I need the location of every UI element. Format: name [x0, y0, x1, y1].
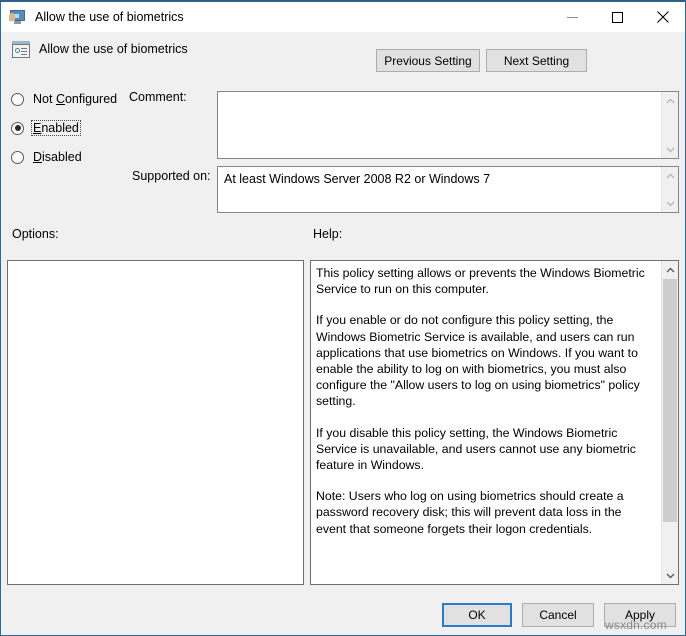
scroll-down-icon[interactable]: [662, 195, 678, 212]
supported-on-label: Supported on:: [132, 169, 211, 183]
help-paragraph: If you enable or do not configure this p…: [316, 313, 640, 409]
policy-name: Allow the use of biometrics: [39, 42, 188, 56]
policy-setting-dialog: Allow the use of biometrics Allow the us…: [0, 0, 686, 636]
scroll-down-icon[interactable]: [662, 141, 678, 158]
scroll-up-icon[interactable]: [662, 261, 678, 278]
help-scrollbar-thumb[interactable]: [663, 279, 677, 522]
window-title: Allow the use of biometrics: [35, 10, 184, 24]
options-panel[interactable]: [7, 260, 304, 585]
policy-state-radio-group: Not Configured Enabled Disabled: [11, 88, 131, 175]
cancel-button[interactable]: Cancel: [522, 603, 594, 627]
computer-user-icon: [9, 8, 27, 26]
radio-mark-not-configured: [11, 92, 24, 106]
window-controls: [550, 2, 685, 32]
comment-input[interactable]: [217, 91, 679, 159]
radio-label-not-configured: Not Configured: [33, 92, 118, 106]
maximize-icon[interactable]: [595, 2, 640, 32]
help-label: Help:: [313, 227, 343, 241]
next-setting-button[interactable]: Next Setting: [486, 49, 587, 72]
previous-setting-button[interactable]: Previous Setting: [376, 49, 480, 72]
title-bar: Allow the use of biometrics: [1, 2, 685, 32]
supported-on-scrollbar[interactable]: [661, 167, 678, 212]
close-icon[interactable]: [640, 2, 685, 32]
options-label: Options:: [12, 227, 59, 241]
scroll-up-icon[interactable]: [662, 167, 678, 184]
group-policy-icon: [12, 41, 30, 58]
radio-label-disabled: Disabled: [33, 150, 82, 164]
help-paragraph: Note: Users who log on using biometrics …: [316, 489, 624, 536]
scroll-down-icon[interactable]: [662, 567, 678, 584]
radio-label-enabled: Enabled: [31, 120, 81, 136]
help-paragraph: This policy setting allows or prevents t…: [316, 266, 645, 297]
site-watermark: wsxdn.com: [605, 618, 667, 632]
radio-disabled[interactable]: Disabled: [11, 146, 131, 168]
help-panel[interactable]: This policy setting allows or prevents t…: [310, 260, 679, 585]
supported-on-value: At least Windows Server 2008 R2 or Windo…: [224, 172, 491, 186]
supported-on-field[interactable]: At least Windows Server 2008 R2 or Windo…: [217, 166, 679, 213]
comment-label: Comment:: [129, 90, 187, 104]
radio-mark-disabled: [11, 150, 24, 164]
minimize-icon[interactable]: [550, 2, 595, 32]
radio-mark-enabled: [11, 121, 24, 135]
help-text: This policy setting allows or prevents t…: [316, 265, 649, 537]
comment-scrollbar[interactable]: [661, 92, 678, 158]
radio-enabled[interactable]: Enabled: [11, 117, 131, 139]
help-paragraph: If you disable this policy setting, the …: [316, 425, 636, 473]
ok-button[interactable]: OK: [442, 603, 512, 627]
scroll-up-icon[interactable]: [662, 92, 678, 109]
radio-not-configured[interactable]: Not Configured: [11, 88, 131, 110]
help-scrollbar[interactable]: [661, 261, 678, 584]
